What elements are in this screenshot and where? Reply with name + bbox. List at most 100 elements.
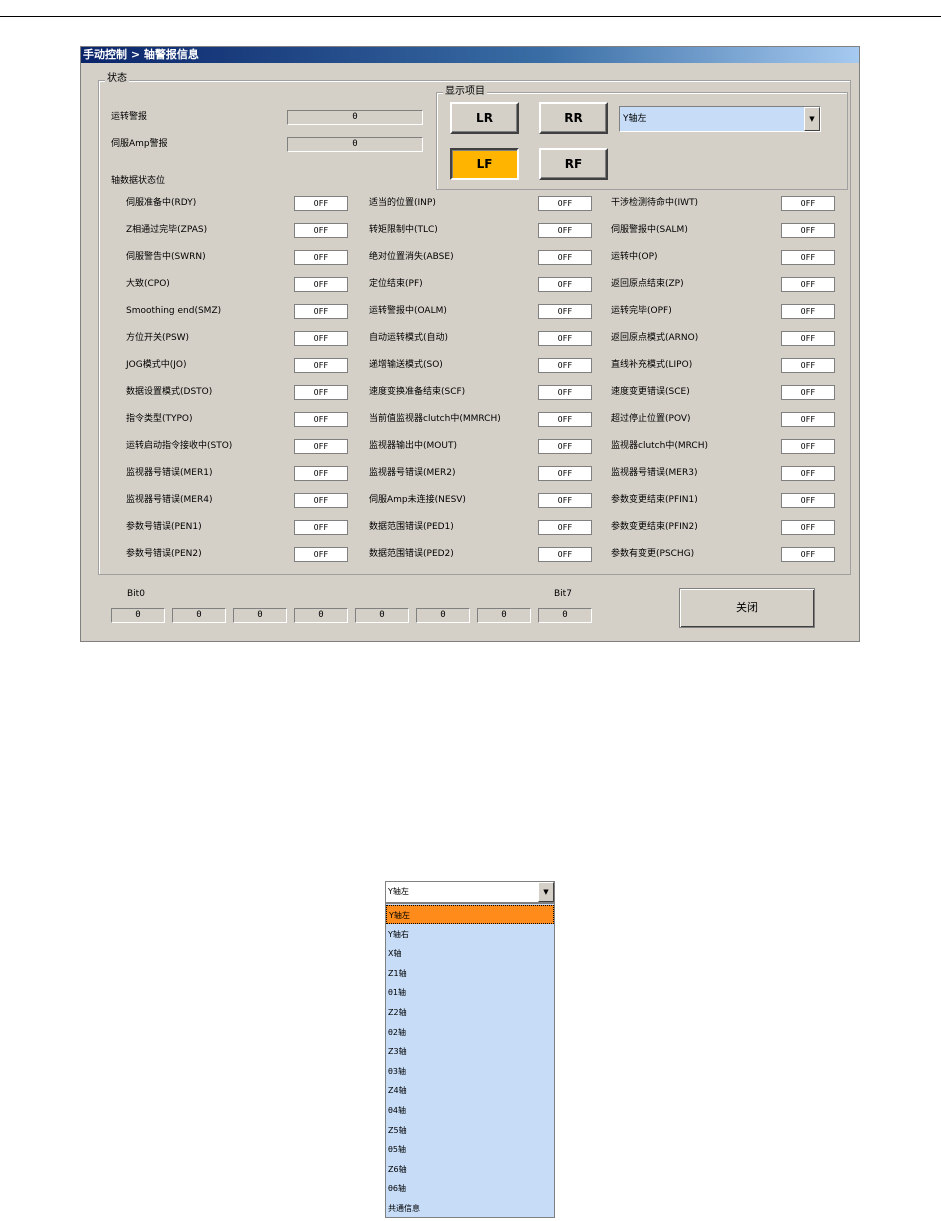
status-label: 运转中(OP): [611, 252, 658, 262]
status-value: OFF: [538, 466, 592, 481]
dropdown-option[interactable]: Z1轴: [386, 964, 554, 983]
status-value: OFF: [781, 304, 835, 319]
status-label: 返回原点模式(ARNO): [611, 333, 699, 343]
close-button[interactable]: 关闭: [679, 588, 815, 628]
dropdown-option[interactable]: θ1轴: [386, 983, 554, 1002]
status-label: 参数有变更(PSCHG): [611, 549, 695, 559]
status-value: OFF: [781, 385, 835, 400]
status-value: OFF: [294, 196, 348, 211]
bit-field: 0: [294, 608, 348, 623]
status-label: 参数变更结束(PFIN2): [611, 522, 698, 532]
bit-field: 0: [477, 608, 531, 623]
status-value: OFF: [781, 277, 835, 292]
dropdown-option[interactable]: Z5轴: [386, 1121, 554, 1140]
axis-status-label: 轴数据状态位: [111, 176, 166, 186]
status-value: OFF: [294, 547, 348, 562]
axis-dropdown-value: Y轴左: [388, 887, 409, 896]
dropdown-option[interactable]: Z4轴: [386, 1081, 554, 1100]
status-value: OFF: [538, 277, 592, 292]
dropdown-option[interactable]: Y轴右: [386, 925, 554, 944]
dropdown-option[interactable]: Z3轴: [386, 1042, 554, 1061]
rr-button[interactable]: RR: [539, 102, 608, 134]
status-label: 数据范围错误(PED1): [369, 522, 454, 532]
dropdown-option[interactable]: Y轴左: [386, 905, 554, 924]
bit-field: 0: [233, 608, 287, 623]
dropdown-option[interactable]: θ6轴: [386, 1179, 554, 1198]
status-value: OFF: [538, 250, 592, 265]
status-value: OFF: [781, 196, 835, 211]
axis-select[interactable]: Y轴左 ▼: [619, 106, 821, 132]
chevron-down-icon[interactable]: ▼: [804, 107, 820, 131]
dropdown-option[interactable]: θ5轴: [386, 1140, 554, 1159]
status-label: 直线补充模式(LIPO): [611, 360, 693, 370]
page-top-rule: [0, 16, 941, 17]
status-value: OFF: [294, 412, 348, 427]
status-label: 返回原点结束(ZP): [611, 279, 684, 289]
bit0-label: Bit0: [127, 589, 145, 599]
status-value: OFF: [781, 520, 835, 535]
status-value: OFF: [538, 196, 592, 211]
dropdown-option[interactable]: θ4轴: [386, 1101, 554, 1120]
status-label: 参数号错误(PEN2): [126, 549, 202, 559]
status-label: 超过停止位置(POV): [611, 414, 691, 424]
dropdown-option[interactable]: 共通信息: [386, 1199, 554, 1218]
status-label: 干涉检测待命中(IWT): [611, 198, 699, 208]
status-value: OFF: [781, 466, 835, 481]
lf-button[interactable]: LF: [450, 148, 519, 180]
status-value: OFF: [538, 385, 592, 400]
bit7-label: Bit7: [554, 589, 572, 599]
window-title: 手动控制 > 轴警报信息: [81, 47, 859, 63]
status-value: OFF: [781, 412, 835, 427]
bit-field: 0: [416, 608, 470, 623]
status-value: OFF: [294, 493, 348, 508]
axis-alarm-window: 手动控制 > 轴警报信息 状态 运转警报 0 伺服Amp警报 0 显示项目 LR…: [80, 46, 860, 642]
status-value: OFF: [538, 493, 592, 508]
dropdown-option[interactable]: Z6轴: [386, 1160, 554, 1179]
status-value: OFF: [781, 439, 835, 454]
rf-button[interactable]: RF: [539, 148, 608, 180]
status-label: 绝对位置消失(ABSE): [369, 252, 454, 262]
status-label: Z相通过完毕(ZPAS): [126, 225, 208, 235]
status-label: 参数变更结束(PFIN1): [611, 495, 698, 505]
bit-field: 0: [355, 608, 409, 623]
axis-dropdown-list: Y轴左 Y轴右 X轴 Z1轴 θ1轴 Z2轴 θ2轴 Z3轴 θ3轴 Z4轴 θ4轴 Z5轴 θ5轴 Z6…: [385, 903, 555, 1218]
status-value: OFF: [294, 304, 348, 319]
status-value: OFF: [781, 493, 835, 508]
status-label: 转矩限制中(TLC): [369, 225, 438, 235]
status-value: OFF: [781, 547, 835, 562]
status-value: OFF: [538, 223, 592, 238]
status-value: OFF: [294, 250, 348, 265]
run-alarm-value: 0: [287, 110, 423, 125]
status-label: 速度变更错误(SCE): [611, 387, 690, 397]
dropdown-option[interactable]: θ3轴: [386, 1062, 554, 1081]
status-value: OFF: [294, 223, 348, 238]
status-label: 伺服准备中(RDY): [126, 198, 197, 208]
axis-dropdown[interactable]: Y轴左 ▼: [385, 881, 555, 903]
servo-alarm-value: 0: [287, 137, 423, 152]
status-label: Smoothing end(SMZ): [126, 306, 222, 316]
status-value: OFF: [294, 277, 348, 292]
status-label: 速度变换准备结束(SCF): [369, 387, 466, 397]
status-value: OFF: [294, 439, 348, 454]
dropdown-option[interactable]: Z2轴: [386, 1003, 554, 1022]
bit-field: 0: [111, 608, 165, 623]
status-label: 大致(CPO): [126, 279, 170, 289]
status-label: 运转警报中(OALM): [369, 306, 447, 316]
status-value: OFF: [538, 412, 592, 427]
status-value: OFF: [538, 547, 592, 562]
status-label: 适当的位置(INP): [369, 198, 436, 208]
servo-alarm-label: 伺服Amp警报: [111, 139, 168, 149]
status-value: OFF: [538, 331, 592, 346]
status-label: 监视器号错误(MER4): [126, 495, 213, 505]
lr-button[interactable]: LR: [450, 102, 519, 134]
status-label: 伺服Amp未连接(NESV): [369, 495, 466, 505]
status-label: 递增输送模式(SO): [369, 360, 443, 370]
dropdown-option[interactable]: X轴: [386, 944, 554, 963]
chevron-down-icon[interactable]: ▼: [538, 882, 554, 902]
status-label: 伺服警告中(SWRN): [126, 252, 206, 262]
status-value: OFF: [294, 358, 348, 373]
status-label: JOG模式中(JO): [126, 360, 187, 370]
dropdown-option[interactable]: θ2轴: [386, 1023, 554, 1042]
status-value: OFF: [781, 331, 835, 346]
status-value: OFF: [294, 331, 348, 346]
